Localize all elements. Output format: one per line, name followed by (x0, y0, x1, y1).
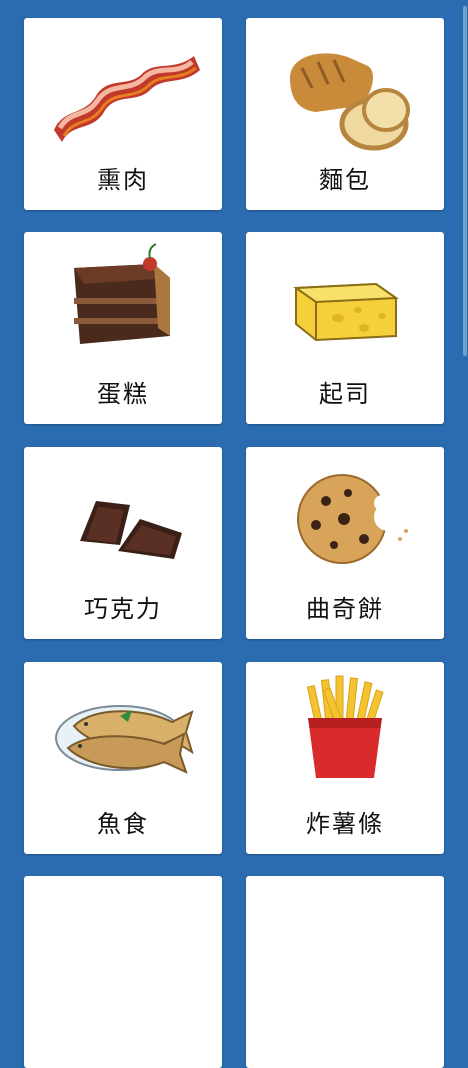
food-card-partial[interactable] (246, 876, 444, 1068)
food-card-cake[interactable]: 蛋糕 (24, 232, 222, 424)
bread-icon (290, 53, 410, 151)
food-label: 蛋糕 (97, 380, 149, 408)
food-label: 巧克力 (84, 595, 162, 623)
food-label: 起司 (319, 380, 371, 408)
fries-icon (306, 675, 384, 778)
food-label: 魚食 (97, 810, 149, 838)
food-card-cookie[interactable]: 曲奇餅 (246, 447, 444, 639)
food-grid: 熏肉 麵包 蛋糕 起司 巧克力 曲奇餅 魚食 炸薯條 (0, 0, 468, 1068)
food-label: 曲奇餅 (306, 595, 384, 623)
bacon-icon (54, 56, 200, 142)
food-card-fish[interactable]: 魚食 (24, 662, 222, 854)
scrollbar[interactable] (463, 6, 467, 356)
food-card-cheese[interactable]: 起司 (246, 232, 444, 424)
cookie-icon (297, 474, 408, 564)
food-card-chocolate[interactable]: 巧克力 (24, 447, 222, 639)
food-card-fries[interactable]: 炸薯條 (246, 662, 444, 854)
food-label: 熏肉 (97, 166, 149, 194)
food-label: 炸薯條 (306, 810, 384, 838)
chocolate-icon (80, 501, 182, 559)
food-card-bacon[interactable]: 熏肉 (24, 18, 222, 210)
cheese-icon (293, 282, 399, 342)
cake-icon (74, 243, 170, 344)
food-label: 麵包 (319, 166, 371, 194)
food-card-bread[interactable]: 麵包 (246, 18, 444, 210)
food-card-partial[interactable] (24, 876, 222, 1068)
fish-icon (55, 705, 194, 774)
